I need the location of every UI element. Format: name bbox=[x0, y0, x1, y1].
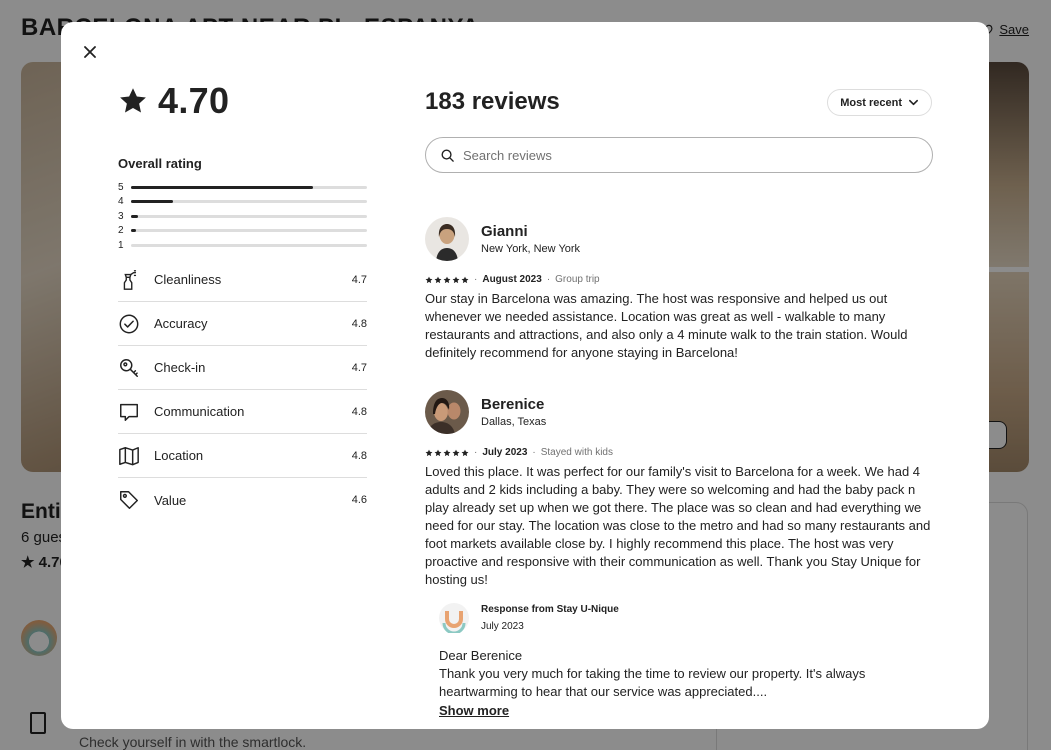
category-value: 4.8 bbox=[351, 449, 367, 462]
rating-bar-row: 5 bbox=[118, 180, 367, 195]
rating-bar-label: 5 bbox=[118, 181, 124, 193]
rating-bar-label: 4 bbox=[118, 196, 124, 208]
review-date: August 2023 bbox=[482, 274, 542, 285]
reviews-count: 183 reviews bbox=[425, 88, 560, 115]
response-body: Thank you very much for taking the time … bbox=[439, 666, 866, 699]
review-item: Berenice Dallas, Texas · July 2023 · Sta… bbox=[425, 390, 933, 720]
rating-bar-label: 1 bbox=[118, 239, 124, 251]
reviewer-name: Gianni bbox=[481, 223, 528, 240]
overall-score-value: 4.70 bbox=[158, 80, 230, 121]
category-value: 4.7 bbox=[351, 361, 367, 374]
category-value: 4.8 bbox=[351, 317, 367, 330]
sort-label: Most recent bbox=[840, 96, 902, 109]
response-greeting: Dear Berenice bbox=[439, 648, 523, 663]
tag-icon bbox=[118, 489, 140, 511]
review-trip-type: Stayed with kids bbox=[540, 447, 613, 458]
category-communication: Communication 4.8 bbox=[118, 390, 367, 434]
review-date: July 2023 bbox=[482, 447, 528, 458]
category-cleanliness: Cleanliness 4.7 bbox=[118, 258, 367, 302]
avatar[interactable] bbox=[425, 217, 469, 261]
rating-bar-label: 2 bbox=[118, 225, 124, 237]
rating-bar-row: 1 bbox=[118, 238, 367, 253]
category-accuracy: Accuracy 4.8 bbox=[118, 302, 367, 346]
rating-bar-row: 3 bbox=[118, 209, 367, 224]
review-trip-type: Group trip bbox=[555, 274, 600, 285]
search-reviews-box[interactable] bbox=[425, 137, 933, 173]
chat-bubble-icon bbox=[118, 401, 140, 423]
category-name: Cleanliness bbox=[154, 272, 222, 287]
overall-score: 4.70 bbox=[118, 80, 229, 122]
category-name: Accuracy bbox=[154, 316, 208, 331]
spray-bottle-icon bbox=[118, 269, 140, 291]
map-icon bbox=[118, 445, 140, 467]
avatar[interactable] bbox=[425, 390, 469, 434]
category-name: Location bbox=[154, 448, 204, 463]
category-value: 4.7 bbox=[351, 273, 367, 286]
host-avatar[interactable] bbox=[439, 603, 469, 635]
key-icon bbox=[118, 357, 140, 379]
category-value: 4.6 bbox=[351, 494, 367, 506]
review-stars bbox=[425, 276, 469, 284]
reviews-modal: 4.70 Overall rating 5 4 3 2 1 Cleanlines… bbox=[61, 22, 989, 729]
review-item: Gianni New York, New York · August 2023 … bbox=[425, 217, 933, 362]
rating-bar-fill bbox=[131, 214, 139, 218]
reviews-panel: 183 reviews Most recent Gianni New York,… bbox=[425, 22, 933, 729]
rating-bar-fill bbox=[131, 229, 136, 233]
reviewer-location: Dallas, Texas bbox=[481, 416, 547, 428]
close-button[interactable] bbox=[79, 41, 101, 63]
chevron-down-icon bbox=[909, 99, 918, 106]
response-date: July 2023 bbox=[481, 621, 524, 632]
rating-bar-row: 2 bbox=[118, 224, 367, 239]
review-text: Loved this place. It was perfect for our… bbox=[425, 464, 931, 587]
category-name: Value bbox=[154, 492, 187, 508]
sort-dropdown[interactable]: Most recent bbox=[827, 89, 932, 116]
category-location: Location 4.8 bbox=[118, 434, 367, 478]
category-name: Check-in bbox=[154, 360, 206, 375]
search-icon bbox=[441, 149, 454, 162]
rating-bar-label: 3 bbox=[118, 210, 124, 222]
overall-rating-label: Overall rating bbox=[118, 156, 202, 171]
reviewer-name: Berenice bbox=[481, 396, 545, 413]
rating-distribution: 5 4 3 2 1 bbox=[118, 180, 367, 253]
review-stars bbox=[425, 449, 469, 457]
check-circle-icon bbox=[118, 313, 140, 335]
response-text: Dear Berenice Thank you very much for ta… bbox=[439, 647, 933, 701]
response-title: Response from Stay U-Nique bbox=[481, 604, 619, 615]
rating-bar-fill bbox=[131, 185, 313, 189]
close-icon bbox=[84, 46, 96, 58]
show-more-link[interactable]: Show more bbox=[439, 703, 509, 718]
rating-bar-row: 4 bbox=[118, 195, 367, 210]
review-text: Our stay in Barcelona was amazing. The h… bbox=[425, 291, 908, 360]
search-input[interactable] bbox=[463, 147, 932, 163]
category-name: Communication bbox=[154, 404, 245, 419]
category-ratings: Cleanliness 4.7 Accuracy 4.8 Check-in 4.… bbox=[118, 258, 367, 522]
category-value: Value 4.6 bbox=[118, 478, 367, 522]
reviewer-location: New York, New York bbox=[481, 243, 581, 255]
star-icon bbox=[120, 88, 146, 113]
category-value: 4.8 bbox=[351, 405, 367, 418]
rating-bar-fill bbox=[131, 200, 174, 204]
category-check-in: Check-in 4.7 bbox=[118, 346, 367, 390]
host-response: Response from Stay U-Nique July 2023 Dea… bbox=[439, 603, 933, 720]
